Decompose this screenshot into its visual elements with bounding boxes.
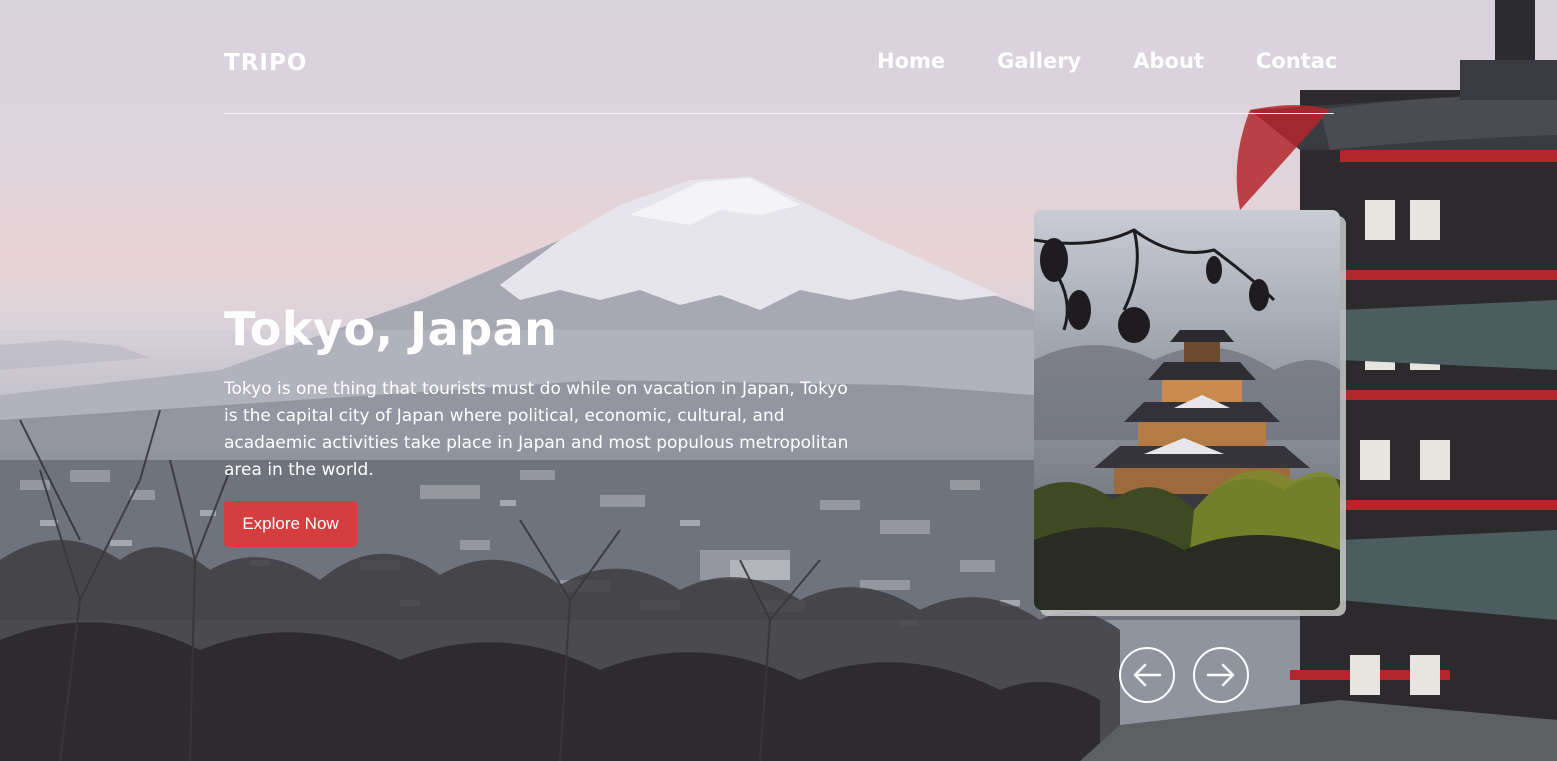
- page: TRIPO Home Gallery About Contac Tokyo, J…: [0, 0, 1557, 761]
- nav-item-about[interactable]: About: [1133, 49, 1204, 73]
- header-divider: [224, 113, 1334, 114]
- arrow-left-icon: [1133, 663, 1162, 687]
- castle-image: [1034, 210, 1340, 610]
- destination-card[interactable]: [1034, 210, 1340, 610]
- hero-title: Tokyo, Japan: [224, 302, 558, 356]
- nav-item-gallery[interactable]: Gallery: [997, 49, 1081, 73]
- main-nav: Home Gallery About Contac: [877, 49, 1337, 73]
- nav-item-home[interactable]: Home: [877, 49, 945, 73]
- hero-description: Tokyo is one thing that tourists must do…: [224, 379, 849, 480]
- previous-slide-button[interactable]: [1119, 647, 1175, 703]
- nav-item-contact[interactable]: Contac: [1256, 49, 1337, 73]
- arrow-right-icon: [1206, 663, 1235, 687]
- brand-logo[interactable]: TRIPO: [224, 50, 307, 76]
- next-slide-button[interactable]: [1193, 647, 1249, 703]
- explore-now-button[interactable]: Explore Now: [224, 501, 357, 547]
